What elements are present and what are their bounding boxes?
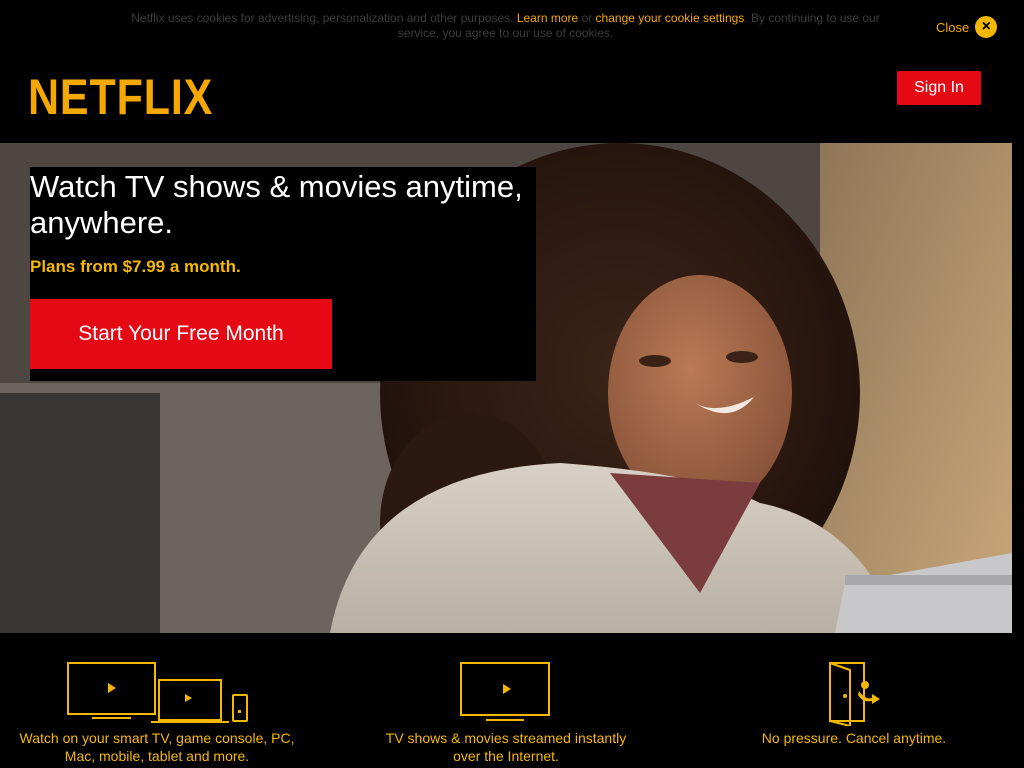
features-section: Watch on your smart TV, game console, PC… (0, 633, 1024, 768)
feature-streaming: TV shows & movies streamed instantly ove… (373, 633, 639, 768)
cookie-text-before: Netflix uses cookies for advertising, pe… (131, 11, 514, 25)
cookie-settings-link[interactable]: change your cookie settings (596, 11, 745, 25)
feature-cancel: No pressure. Cancel anytime. (734, 633, 974, 768)
cookie-text-or: or (581, 11, 593, 25)
close-icon[interactable]: × (975, 16, 998, 38)
door-exit-icon (829, 662, 880, 726)
netflix-logo[interactable]: NETFLIX (28, 70, 213, 124)
devices-icon (67, 662, 248, 723)
plans-price-text: Plans from $7.99 a month. (30, 257, 241, 276)
hero-headline: Watch TV shows & movies anytime, anywher… (30, 169, 523, 240)
tv-play-icon (460, 662, 550, 721)
learn-more-link[interactable]: Learn more (517, 11, 578, 25)
cookie-close-label: Close (936, 19, 970, 35)
hero-section: Watch TV shows & movies anytime, anywher… (0, 143, 1012, 633)
promo-box: Watch TV shows & movies anytime, anywher… (30, 167, 536, 381)
netflix-landing-page: Netflix uses cookies for advertising, pe… (0, 0, 1024, 768)
feature-streaming-text: TV shows & movies streamed instantly ove… (385, 730, 627, 764)
cookie-close-button[interactable]: Close × (936, 16, 998, 38)
site-header: NETFLIX Sign In (0, 52, 1024, 143)
start-free-month-button[interactable]: Start Your Free Month (30, 299, 332, 369)
sign-in-button[interactable]: Sign In (897, 71, 981, 105)
feature-cancel-text: No pressure. Cancel anytime. (761, 730, 947, 746)
feature-devices-text: Watch on your smart TV, game console, PC… (19, 730, 295, 764)
cookie-notice-bar: Netflix uses cookies for advertising, pe… (0, 0, 1024, 52)
feature-devices: Watch on your smart TV, game console, PC… (10, 633, 304, 768)
cookie-notice-text: Netflix uses cookies for advertising, pe… (128, 11, 883, 41)
